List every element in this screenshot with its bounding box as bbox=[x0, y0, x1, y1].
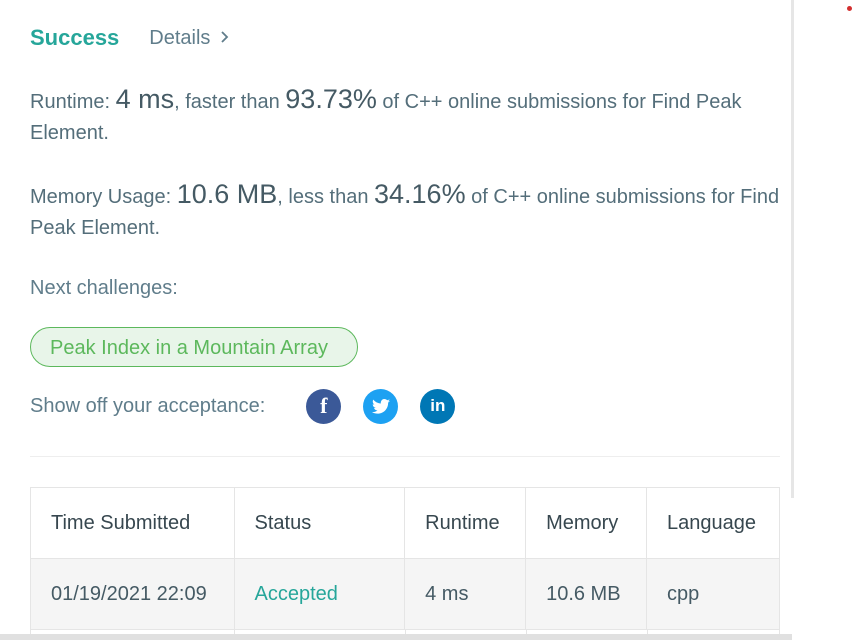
memory-percent: 34.16% bbox=[374, 179, 466, 209]
submission-result-panel: Success Details Runtime: 4 ms, faster th… bbox=[0, 0, 792, 640]
memory-value: 10.6 MB bbox=[176, 179, 278, 209]
share-label: Show off your acceptance: bbox=[30, 394, 266, 417]
details-label: Details bbox=[149, 26, 211, 49]
details-link[interactable]: Details bbox=[149, 27, 229, 50]
memory-mid: , less than bbox=[277, 186, 374, 208]
submissions-table: Time Submitted Status Runtime Memory Lan… bbox=[30, 487, 780, 630]
runtime-mid: , faster than bbox=[174, 91, 286, 113]
column-header-time[interactable]: Time Submitted bbox=[30, 487, 235, 559]
next-challenges-label: Next challenges: bbox=[30, 277, 178, 299]
horizontal-scrollbar[interactable] bbox=[0, 634, 792, 640]
cell-status-link[interactable]: Accepted bbox=[233, 558, 406, 630]
column-header-memory[interactable]: Memory bbox=[525, 487, 648, 559]
column-header-language[interactable]: Language bbox=[646, 487, 780, 559]
column-header-runtime[interactable]: Runtime bbox=[404, 487, 527, 559]
twitter-icon[interactable] bbox=[363, 388, 399, 424]
cell-language: cpp bbox=[646, 558, 780, 630]
next-challenge-button[interactable]: Peak Index in a Mountain Array bbox=[30, 327, 358, 367]
status-title: Success bbox=[30, 25, 120, 50]
table-header-row: Time Submitted Status Runtime Memory Lan… bbox=[30, 487, 780, 559]
runtime-percent: 93.73% bbox=[285, 84, 377, 114]
memory-label: Memory Usage: bbox=[30, 186, 177, 208]
runtime-value: 4 ms bbox=[115, 84, 175, 114]
table-row: 01/19/2021 22:09 Accepted 4 ms 10.6 MB c… bbox=[30, 558, 780, 630]
cell-memory: 10.6 MB bbox=[525, 558, 648, 630]
runtime-stat: Runtime: 4 ms, faster than 93.73% of C++… bbox=[30, 84, 782, 149]
panel-border bbox=[791, 0, 794, 498]
share-row: Show off your acceptance: f in bbox=[30, 388, 477, 424]
cell-time: 01/19/2021 22:09 bbox=[30, 558, 235, 630]
divider bbox=[30, 456, 780, 457]
facebook-icon[interactable]: f bbox=[306, 388, 342, 424]
chevron-right-icon bbox=[220, 28, 229, 49]
cell-runtime: 4 ms bbox=[404, 558, 527, 630]
notification-dot bbox=[847, 6, 852, 11]
runtime-label: Runtime: bbox=[30, 91, 116, 113]
column-header-status[interactable]: Status bbox=[233, 487, 406, 559]
result-header: Success Details bbox=[30, 24, 229, 52]
social-buttons: f in bbox=[306, 388, 477, 424]
memory-stat: Memory Usage: 10.6 MB, less than 34.16% … bbox=[30, 179, 782, 244]
linkedin-icon[interactable]: in bbox=[420, 388, 456, 424]
